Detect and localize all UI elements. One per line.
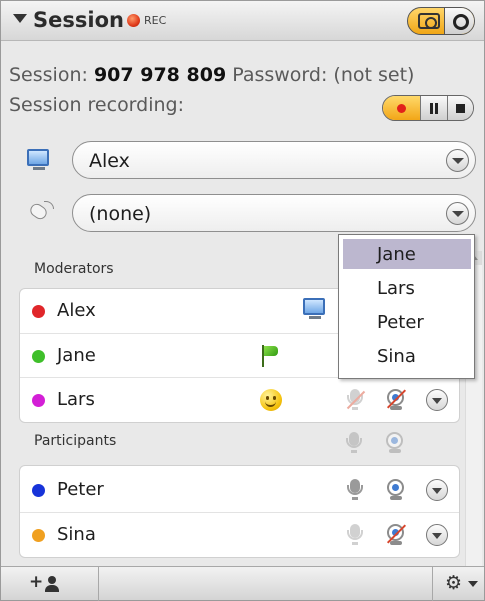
status-dot-icon bbox=[32, 529, 45, 542]
status-dot-icon bbox=[32, 305, 45, 318]
menu-item-sina[interactable]: Sina bbox=[343, 341, 471, 371]
record-button[interactable] bbox=[383, 96, 421, 120]
gear-icon: ⚙ bbox=[445, 572, 463, 594]
chevron-down-icon[interactable] bbox=[426, 479, 448, 501]
presenter-dropdown-menu: Jane Lars Peter Sina bbox=[338, 234, 475, 379]
monitor-icon bbox=[27, 149, 51, 171]
participants-list: Peter Sina bbox=[19, 465, 460, 558]
screen-presenter-select[interactable]: Alex bbox=[72, 141, 476, 179]
list-item[interactable]: Peter bbox=[20, 468, 459, 512]
webcam-off-icon[interactable] bbox=[386, 524, 406, 546]
moderators-heading: Moderators bbox=[34, 261, 114, 277]
rec-label: REC bbox=[144, 14, 167, 27]
session-panel: Session REC Session: 907 978 809 Passwor… bbox=[0, 0, 485, 601]
pause-icon bbox=[430, 103, 434, 114]
status-dot-icon bbox=[32, 350, 45, 363]
chevron-down-icon[interactable] bbox=[426, 389, 448, 411]
list-item[interactable]: Sina bbox=[20, 512, 459, 556]
mouse-control-select[interactable]: (none) bbox=[72, 194, 476, 232]
mic-icon[interactable] bbox=[346, 432, 362, 454]
rec-dot-icon bbox=[127, 14, 140, 27]
session-toggle-button[interactable] bbox=[407, 7, 475, 35]
toggle-knob-icon bbox=[444, 8, 474, 34]
user-icon bbox=[45, 576, 59, 592]
password-value: (not set) bbox=[333, 64, 415, 86]
menu-item-peter[interactable]: Peter bbox=[343, 307, 471, 337]
flag-icon bbox=[260, 345, 280, 367]
chevron-down-icon bbox=[468, 581, 478, 587]
plus-icon: + bbox=[29, 572, 44, 592]
session-info-line: Session: 907 978 809 Password: (not set) bbox=[9, 64, 414, 86]
moderator-name: Lars bbox=[57, 389, 95, 410]
list-item[interactable]: Lars bbox=[20, 377, 459, 421]
options-button[interactable]: ⚙ bbox=[432, 567, 484, 601]
add-user-button[interactable]: + bbox=[1, 567, 99, 601]
participant-name: Peter bbox=[57, 479, 104, 500]
camera-icon bbox=[418, 13, 440, 29]
footer-toolbar: + ⚙ bbox=[1, 566, 484, 601]
webcam-icon[interactable] bbox=[385, 432, 405, 454]
chevron-down-icon[interactable] bbox=[426, 524, 448, 546]
record-icon bbox=[397, 104, 406, 113]
recording-controls bbox=[382, 95, 474, 121]
session-id-value: 907 978 809 bbox=[93, 64, 227, 86]
smiley-icon bbox=[260, 389, 282, 411]
stop-icon bbox=[455, 104, 465, 113]
mic-icon[interactable] bbox=[347, 524, 363, 546]
password-label: Password: bbox=[232, 64, 328, 86]
chevron-down-icon[interactable] bbox=[446, 149, 469, 172]
pause-button[interactable] bbox=[420, 96, 447, 120]
moderator-name: Alex bbox=[57, 300, 96, 321]
mouse-icon bbox=[27, 199, 56, 223]
mic-icon[interactable] bbox=[347, 479, 363, 501]
participant-name: Sina bbox=[57, 524, 96, 545]
webcam-icon[interactable] bbox=[386, 479, 406, 501]
participants-heading: Participants bbox=[34, 433, 117, 449]
status-dot-icon bbox=[32, 484, 45, 497]
chevron-down-icon[interactable] bbox=[446, 202, 469, 225]
moderator-name: Jane bbox=[57, 345, 96, 366]
monitor-icon bbox=[303, 298, 327, 320]
webcam-off-icon[interactable] bbox=[386, 389, 406, 411]
mic-muted-icon[interactable] bbox=[347, 389, 363, 411]
mouse-control-value: (none) bbox=[89, 203, 152, 225]
session-header[interactable]: Session REC bbox=[1, 1, 484, 41]
menu-item-jane[interactable]: Jane bbox=[343, 239, 471, 269]
screen-presenter-value: Alex bbox=[89, 150, 130, 172]
session-recording-label: Session recording: bbox=[9, 94, 185, 116]
status-dot-icon bbox=[32, 394, 45, 407]
session-id-label: Session: bbox=[9, 64, 88, 86]
menu-item-lars[interactable]: Lars bbox=[343, 273, 471, 303]
stop-button[interactable] bbox=[446, 96, 473, 120]
session-title: Session bbox=[33, 8, 124, 32]
collapse-triangle-icon[interactable] bbox=[13, 14, 27, 23]
